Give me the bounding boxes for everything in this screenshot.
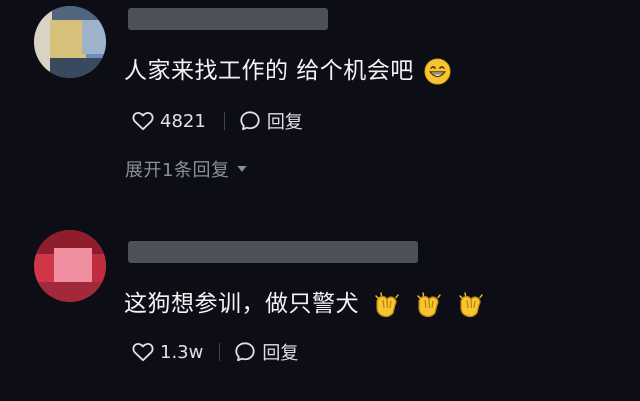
comment-body: 人家来找工作的 给个机会吧	[124, 58, 414, 84]
chat-bubble-icon	[239, 110, 261, 132]
comment-text: 这狗想参训，做只警犬	[124, 284, 485, 319]
reply-button[interactable]: 回复	[239, 108, 303, 134]
comment-body: 这狗想参训，做只警犬	[124, 291, 359, 317]
expand-replies-label: 展开1条回复	[125, 160, 230, 181]
clapping-hands-icon	[415, 291, 443, 319]
comment-text: 人家来找工作的 给个机会吧	[124, 51, 451, 85]
username-blurred[interactable]	[128, 8, 328, 30]
username-blurred[interactable]	[128, 241, 418, 263]
like-count: 4821	[160, 110, 206, 132]
clapping-hands-icon	[457, 291, 485, 319]
comment-item: 这狗想参训，做只警犬 1.3w 回复	[0, 215, 640, 401]
comment-actions: 1.3w 回复	[132, 339, 298, 365]
reply-label: 回复	[262, 343, 299, 364]
avatar[interactable]	[34, 6, 106, 78]
clapping-hands-icon	[373, 291, 401, 319]
comment-actions: 4821 回复	[132, 108, 303, 134]
comment-item: 人家来找工作的 给个机会吧 4821 回复 展开1条回复	[0, 0, 640, 215]
grinning-face-icon	[424, 58, 451, 85]
reply-button[interactable]: 回复	[234, 339, 298, 365]
divider	[219, 343, 221, 361]
avatar[interactable]	[34, 230, 106, 302]
heart-icon	[132, 111, 154, 131]
like-count: 1.3w	[160, 341, 204, 363]
like-button[interactable]: 4821	[132, 111, 206, 132]
chat-bubble-icon	[234, 341, 256, 363]
divider	[223, 112, 225, 130]
like-button[interactable]: 1.3w	[132, 342, 203, 363]
reply-label: 回复	[266, 112, 303, 133]
heart-icon	[132, 342, 154, 362]
caret-down-icon	[229, 165, 247, 173]
expand-replies-button[interactable]: 展开1条回复	[125, 156, 247, 182]
